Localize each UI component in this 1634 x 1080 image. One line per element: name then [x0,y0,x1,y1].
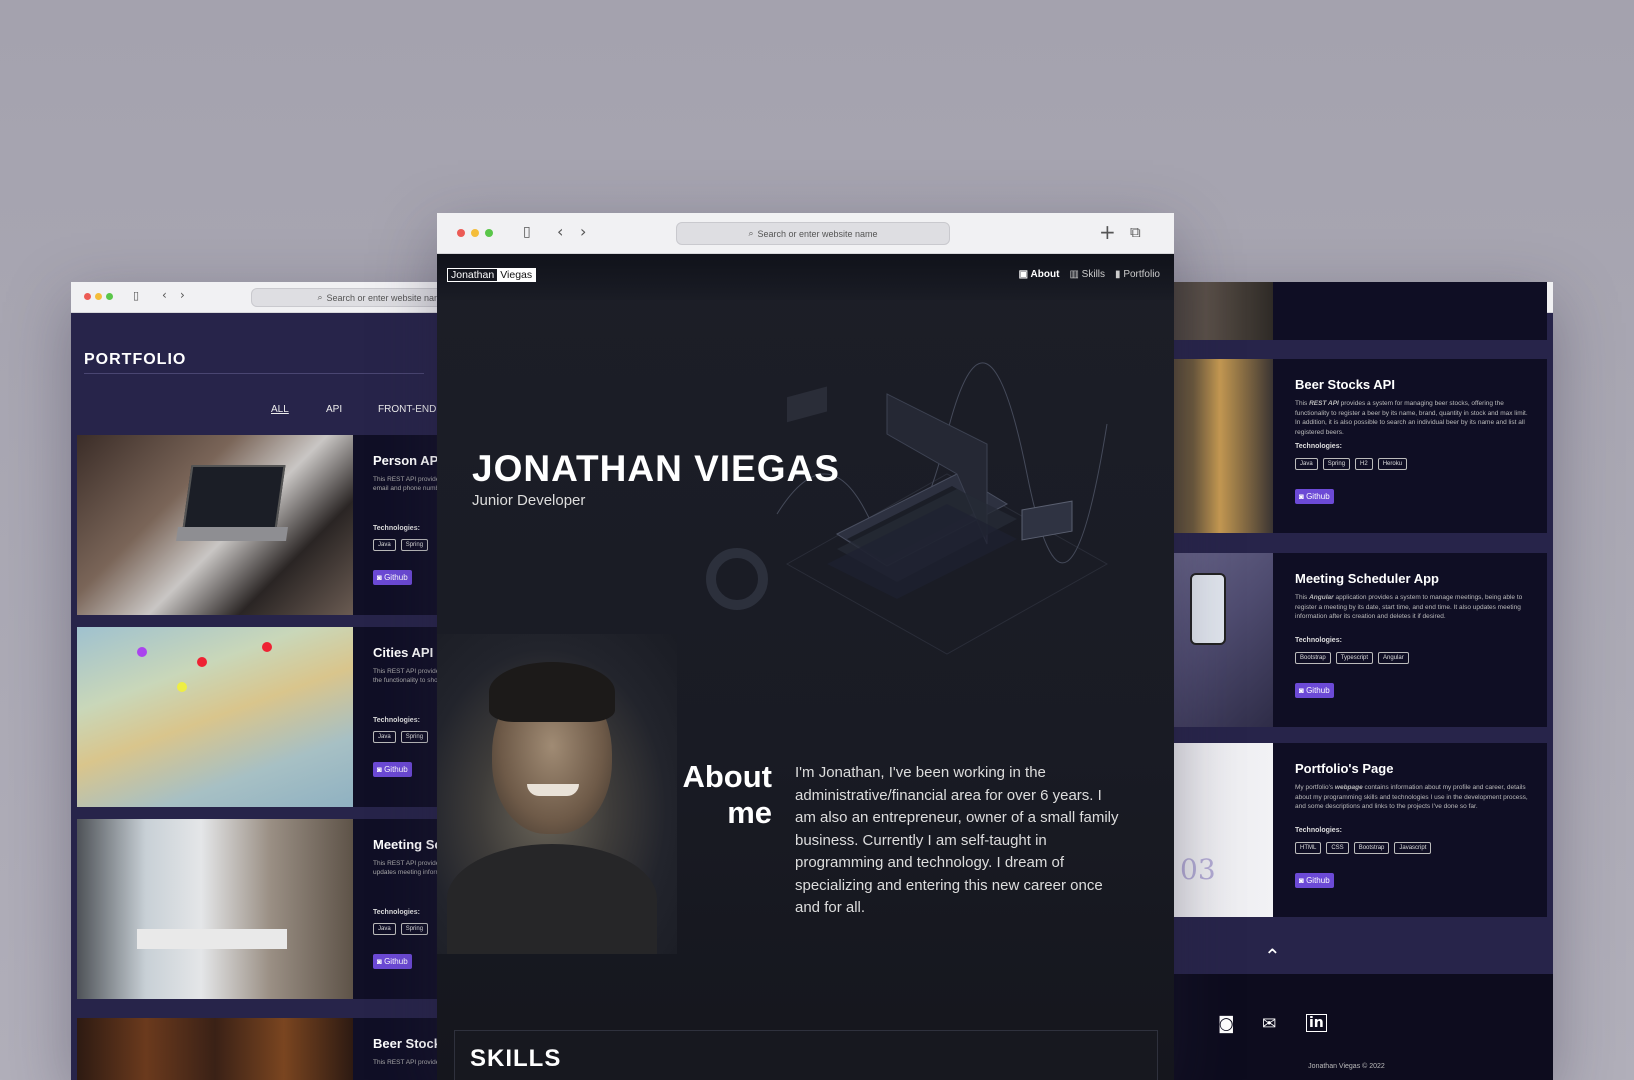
tech-tag: Spring [1322,458,1351,470]
project-image [77,627,353,807]
project-card: 03 Portfolio's Page My portfolio's webpa… [1140,743,1547,917]
portfolio-page-continued: Beer Stocks API This REST API provides a… [1140,282,1553,1080]
hero-illustration [706,362,1109,655]
sidebar-icon[interactable]: ▯ [523,224,531,240]
github-icon: ◙ [1299,686,1304,695]
tech-tag: Java [373,539,396,551]
profile-photo [437,634,677,954]
page-footer: ⌃ ◙ ✉ in Jonathan Viegas © 2022 [1140,944,1553,1080]
project-description: This Angular application provides a syst… [1295,594,1523,620]
tech-tag: CSS [1326,842,1349,854]
tech-tag: Spring [400,731,429,743]
technologies-label: Technologies: [1295,443,1342,450]
back-icon[interactable]: ‹ [162,288,167,302]
center-browser-window: ▯ ‹ › ⌕ Search or enter website name + ⧉ … [437,213,1174,1080]
id-card-icon: ▣ [1018,269,1029,280]
section-title: PORTFOLIO [84,351,187,368]
right-browser-window: ⌕Search or enter website name + ⧉ Beer S… [1140,282,1553,1080]
linkedin-icon[interactable]: in [1306,1014,1327,1032]
tech-tag: Spring [400,923,429,935]
filter-all[interactable]: ALL [271,404,289,415]
about-heading: About me [682,759,772,830]
project-card: Beer Stocks API This REST API provides a… [1140,359,1547,533]
technologies-label: Technologies: [373,525,420,532]
tech-tag: Bootstrap [1295,652,1331,664]
github-button[interactable]: ◙ Github [1295,683,1334,698]
tabs-overview-icon[interactable]: ⧉ [1130,223,1141,241]
about-text: I'm Jonathan, I've been working in the a… [795,764,1119,916]
scroll-top-icon[interactable]: ⌃ [1264,944,1281,968]
nav-portfolio[interactable]: ▮ Portfolio [1115,269,1160,280]
github-button[interactable]: ◙ Github [373,762,412,777]
technologies-label: Technologies: [1295,637,1342,644]
email-icon[interactable]: ✉ [1262,1014,1276,1034]
github-icon: ◙ [1299,876,1304,885]
project-image [77,819,353,999]
github-button[interactable]: ◙ Github [373,954,412,969]
technologies-label: Technologies: [373,717,420,724]
project-card: Meeting Scheduler App This Angular appli… [1140,553,1547,727]
tech-tag: Javascript [1394,842,1432,854]
technologies-label: Technologies: [1295,827,1342,834]
tech-tag: Java [1295,458,1318,470]
nav-about[interactable]: ▣ About [1019,269,1060,280]
search-icon: ⌕ [748,228,754,238]
github-button[interactable]: ◙ Github [1295,873,1334,888]
tech-tag: H2 [1355,458,1373,470]
skills-heading: SKILLS [470,1045,562,1072]
tech-tag: Bootstrap [1353,842,1390,854]
tech-tag: Java [373,923,396,935]
github-icon: ◙ [377,957,382,966]
project-title: Person API [373,453,442,468]
github-icon[interactable]: ◙ [1218,1014,1235,1034]
github-icon: ◙ [377,765,382,774]
filter-api[interactable]: API [326,404,342,415]
tech-tag: Java [373,731,396,743]
project-title: Meeting Scheduler App [1295,571,1439,586]
tech-tag: Typescript [1335,652,1374,664]
site-logo[interactable]: Jonathan Viegas [447,268,537,282]
browser-toolbar: ▯ ‹ › ⌕ Search or enter website name + ⧉ [437,213,1174,254]
hero-role: Junior Developer [472,492,586,509]
nav-skills[interactable]: ▥ Skills [1069,269,1105,280]
project-description: My portfolio's webpage contains informat… [1295,784,1528,810]
github-button[interactable]: ◙ Github [1295,489,1334,504]
clipboard-icon: ▮ [1115,269,1121,280]
tech-tag: Angular [1378,652,1409,664]
search-icon: ⌕ [317,292,323,302]
project-image [77,1018,353,1080]
hero-name: JONATHAN VIEGAS [472,448,840,489]
tech-tag: HTML [1295,842,1322,854]
sidebar-icon[interactable]: ▯ [133,289,139,302]
project-card [1140,282,1547,340]
footer-copyright: Jonathan Viegas © 2022 [1308,1063,1385,1070]
github-icon: ◙ [377,573,382,582]
tech-tag: Spring [400,539,429,551]
github-icon: ◙ [1299,492,1304,501]
project-title: Beer Stocks API [1295,377,1395,392]
about-page: Jonathan Viegas ▣ About ▥ Skills ▮ Portfo… [437,254,1174,1080]
new-tab-icon[interactable]: + [1099,220,1116,244]
tech-tag: Heroku [1377,458,1408,470]
github-button[interactable]: ◙ Github [373,570,412,585]
forward-icon[interactable]: › [580,222,586,241]
project-image [77,435,353,615]
skills-section: SKILLS [454,1030,1158,1080]
technologies-label: Technologies: [373,909,420,916]
divider [84,373,424,374]
filter-frontend[interactable]: FRONT-END [378,404,436,415]
project-title: Cities API [373,645,434,660]
chart-icon: ▥ [1069,269,1079,280]
project-title: Portfolio's Page [1295,761,1394,776]
forward-icon[interactable]: › [180,288,185,302]
address-bar[interactable]: ⌕Search or enter website name [676,222,950,245]
project-description: This REST API provides a system for mana… [1295,400,1528,436]
site-navbar: Jonathan Viegas ▣ About ▥ Skills ▮ Portfo… [437,254,1174,300]
back-icon[interactable]: ‹ [557,222,563,241]
